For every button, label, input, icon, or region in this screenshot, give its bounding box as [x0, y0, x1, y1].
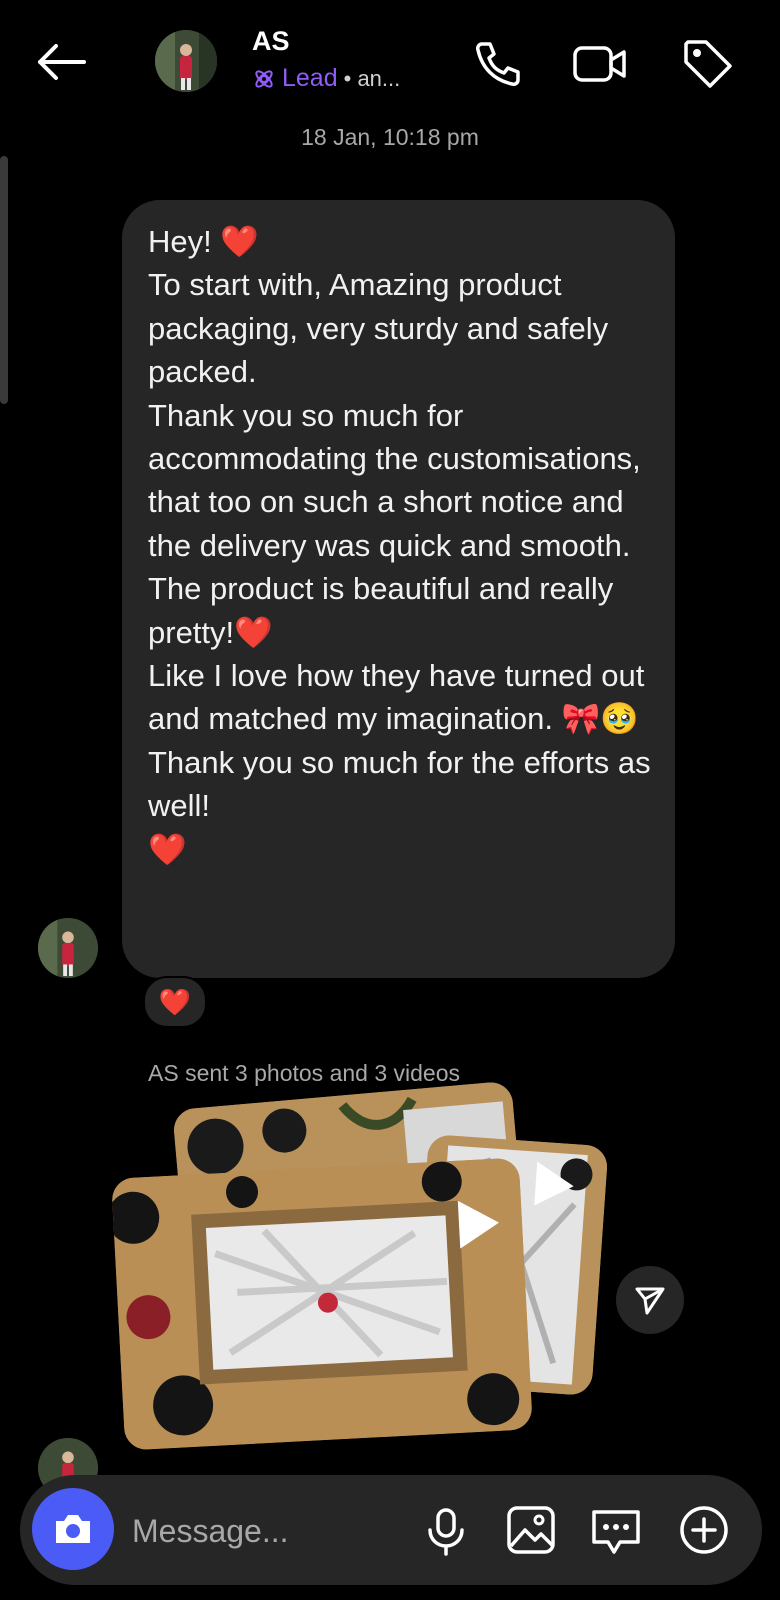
- video-call-button[interactable]: [572, 36, 628, 92]
- tag-icon: [684, 40, 732, 88]
- share-button[interactable]: [616, 1266, 684, 1334]
- contact-subline[interactable]: Lead • an...: [252, 64, 400, 93]
- add-icon: [680, 1506, 728, 1554]
- call-button[interactable]: [470, 36, 526, 92]
- lead-icon: [255, 69, 273, 88]
- sender-avatar[interactable]: [38, 918, 98, 978]
- phone-icon: [476, 42, 520, 86]
- back-button[interactable]: [34, 40, 88, 84]
- media-card-front[interactable]: [111, 1157, 533, 1451]
- message-input[interactable]: [130, 1508, 404, 1554]
- sticker-icon: [592, 1510, 640, 1554]
- message-timestamp: 18 Jan, 10:18 pm: [301, 124, 479, 150]
- contact-avatar[interactable]: [155, 30, 217, 92]
- voice-message-button[interactable]: [420, 1504, 472, 1556]
- box-photo: [111, 1157, 533, 1451]
- microphone-icon: [428, 1508, 464, 1556]
- label-tag-button[interactable]: [680, 36, 736, 92]
- media-sent-note: AS sent 3 photos and 3 videos: [148, 1060, 460, 1086]
- gallery-icon: [507, 1506, 555, 1554]
- camera-icon: [56, 1515, 90, 1543]
- send-icon: [635, 1287, 665, 1315]
- video-call-icon: [573, 46, 626, 82]
- label-suffix: • an...: [343, 65, 401, 91]
- heart-reaction[interactable]: ❤️: [143, 976, 207, 1028]
- camera-button[interactable]: [32, 1488, 114, 1570]
- lead-label: Lead: [282, 64, 338, 92]
- message-text: Hey! ❤️ To start with, Amazing product p…: [148, 224, 651, 867]
- contact-name[interactable]: AS: [252, 26, 290, 57]
- add-button[interactable]: [678, 1504, 730, 1556]
- scrollbar[interactable]: [0, 156, 8, 404]
- back-arrow-icon: [38, 44, 86, 80]
- sticker-button[interactable]: [590, 1504, 642, 1556]
- gallery-button[interactable]: [505, 1504, 557, 1556]
- reaction-emoji: ❤️: [158, 986, 192, 1017]
